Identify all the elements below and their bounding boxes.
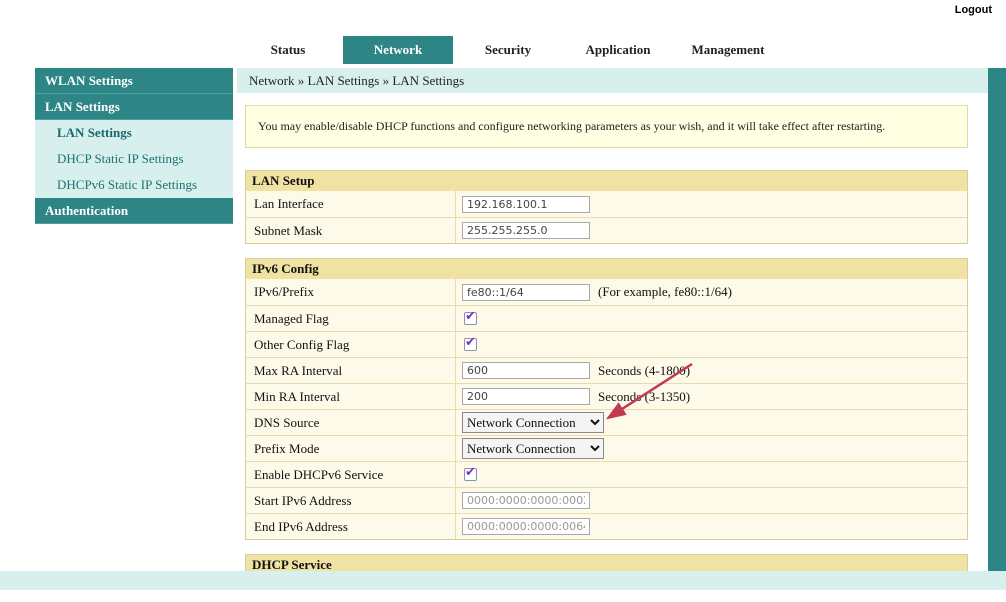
start-ipv6-label: Start IPv6 Address <box>246 488 456 513</box>
managed-flag-checkbox[interactable] <box>464 312 477 325</box>
sidebar-item-wlan-settings[interactable]: WLAN Settings <box>35 68 233 94</box>
max-ra-interval-note: Seconds (4-1800) <box>598 363 690 379</box>
row-other-config-flag: Other Config Flag <box>246 331 967 357</box>
router-admin-page: Logout Status Network Security Applicati… <box>0 0 1006 602</box>
start-ipv6-ctrl <box>456 488 967 513</box>
sidebar-item-lan-settings-group[interactable]: LAN Settings <box>35 94 233 120</box>
top-nav-tabs: Status Network Security Application Mana… <box>233 36 783 64</box>
start-ipv6-input[interactable] <box>462 492 590 509</box>
row-dns-source: DNS Source Network Connection <box>246 409 967 435</box>
ipv6-prefix-input[interactable] <box>462 284 590 301</box>
content: You may enable/disable DHCP functions an… <box>237 93 988 574</box>
lan-interface-label: Lan Interface <box>246 191 456 217</box>
lan-interface-ctrl <box>456 191 967 217</box>
prefix-mode-ctrl: Network Connection <box>456 436 967 461</box>
end-ipv6-input[interactable] <box>462 518 590 535</box>
ipv6-config-section-title: IPv6 Config <box>246 259 967 279</box>
tab-security[interactable]: Security <box>453 36 563 64</box>
sidebar-item-authentication[interactable]: Authentication <box>35 198 233 224</box>
min-ra-interval-input[interactable] <box>462 388 590 405</box>
dns-source-label: DNS Source <box>246 410 456 435</box>
max-ra-interval-input[interactable] <box>462 362 590 379</box>
subnet-mask-input[interactable] <box>462 222 590 239</box>
row-lan-interface: Lan Interface <box>246 191 967 217</box>
other-config-flag-ctrl <box>456 332 967 357</box>
row-managed-flag: Managed Flag <box>246 305 967 331</box>
sidebar-item-dhcpv6-static-ip[interactable]: DHCPv6 Static IP Settings <box>35 172 233 198</box>
row-prefix-mode: Prefix Mode Network Connection <box>246 435 967 461</box>
lan-setup-section: LAN Setup Lan Interface Subnet Mask <box>245 170 968 244</box>
ipv6-prefix-ctrl: (For example, fe80::1/64) <box>456 279 967 305</box>
dns-source-select[interactable]: Network Connection <box>462 412 604 433</box>
enable-dhcpv6-label: Enable DHCPv6 Service <box>246 462 456 487</box>
logout-link[interactable]: Logout <box>955 4 992 16</box>
row-start-ipv6: Start IPv6 Address <box>246 487 967 513</box>
lan-setup-section-title: LAN Setup <box>246 171 967 191</box>
other-config-flag-checkbox[interactable] <box>464 338 477 351</box>
main-content-area: Network » LAN Settings » LAN Settings Yo… <box>237 68 988 574</box>
tab-network[interactable]: Network <box>343 36 453 64</box>
row-enable-dhcpv6: Enable DHCPv6 Service <box>246 461 967 487</box>
tab-application[interactable]: Application <box>563 36 673 64</box>
dns-source-ctrl: Network Connection <box>456 410 967 435</box>
prefix-mode-select[interactable]: Network Connection <box>462 438 604 459</box>
managed-flag-ctrl <box>456 306 967 331</box>
enable-dhcpv6-ctrl <box>456 462 967 487</box>
tab-status[interactable]: Status <box>233 36 343 64</box>
lan-interface-input[interactable] <box>462 196 590 213</box>
row-ipv6-prefix: IPv6/Prefix (For example, fe80::1/64) <box>246 279 967 305</box>
end-ipv6-ctrl <box>456 514 967 539</box>
prefix-mode-label: Prefix Mode <box>246 436 456 461</box>
max-ra-interval-ctrl: Seconds (4-1800) <box>456 358 967 383</box>
min-ra-interval-note: Seconds (3-1350) <box>598 389 690 405</box>
subnet-mask-label: Subnet Mask <box>246 218 456 243</box>
row-subnet-mask: Subnet Mask <box>246 217 967 243</box>
row-max-ra-interval: Max RA Interval Seconds (4-1800) <box>246 357 967 383</box>
sidebar: WLAN Settings LAN Settings LAN Settings … <box>35 68 233 224</box>
tab-management[interactable]: Management <box>673 36 783 64</box>
min-ra-interval-label: Min RA Interval <box>246 384 456 409</box>
row-min-ra-interval: Min RA Interval Seconds (3-1350) <box>246 383 967 409</box>
ipv6-prefix-note: (For example, fe80::1/64) <box>598 284 732 300</box>
sidebar-item-lan-settings[interactable]: LAN Settings <box>35 120 233 146</box>
footer-bar <box>0 571 1006 590</box>
ipv6-prefix-label: IPv6/Prefix <box>246 279 456 305</box>
right-edge-bar <box>988 68 1006 571</box>
other-config-flag-label: Other Config Flag <box>246 332 456 357</box>
subnet-mask-ctrl <box>456 218 967 243</box>
sidebar-item-dhcp-static-ip[interactable]: DHCP Static IP Settings <box>35 146 233 172</box>
breadcrumb: Network » LAN Settings » LAN Settings <box>237 68 988 93</box>
managed-flag-label: Managed Flag <box>246 306 456 331</box>
min-ra-interval-ctrl: Seconds (3-1350) <box>456 384 967 409</box>
notice-box: You may enable/disable DHCP functions an… <box>245 105 968 148</box>
end-ipv6-label: End IPv6 Address <box>246 514 456 539</box>
ipv6-config-section: IPv6 Config IPv6/Prefix (For example, fe… <box>245 258 968 540</box>
row-end-ipv6: End IPv6 Address <box>246 513 967 539</box>
enable-dhcpv6-checkbox[interactable] <box>464 468 477 481</box>
max-ra-interval-label: Max RA Interval <box>246 358 456 383</box>
